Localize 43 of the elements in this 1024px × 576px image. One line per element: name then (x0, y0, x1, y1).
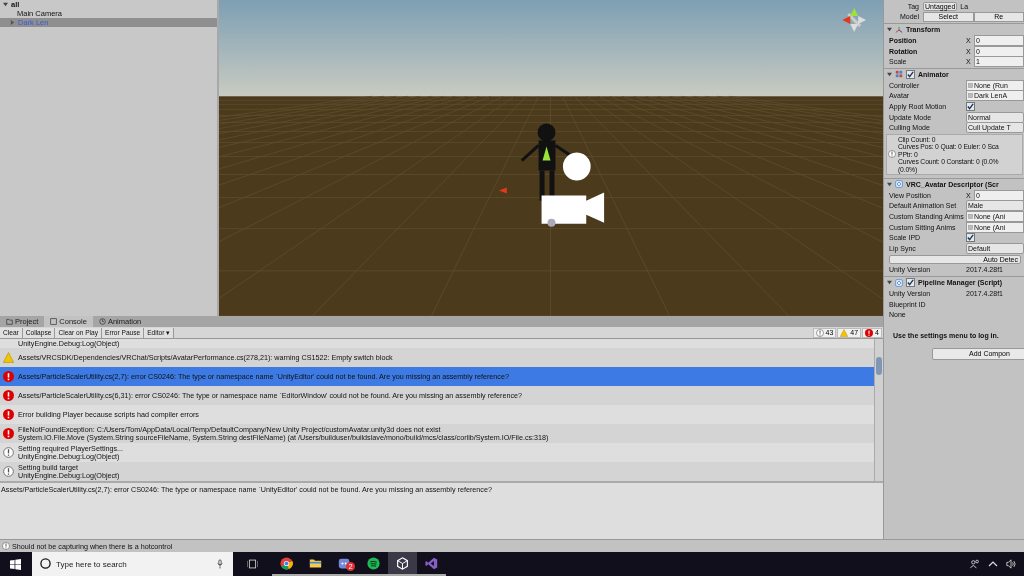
collapse-arrow-icon[interactable] (887, 27, 892, 33)
grid-icon (895, 70, 903, 79)
chat-app-icon (338, 556, 351, 570)
error-icon (3, 390, 14, 401)
checkbox[interactable] (906, 69, 915, 79)
folder-icon (6, 318, 13, 325)
music-app-icon (367, 556, 380, 570)
search-field[interactable]: Type here to search (32, 552, 233, 576)
folder-icon (309, 556, 322, 570)
info-icon (815, 328, 824, 337)
info-icon (2, 542, 10, 550)
task-view-icon[interactable] (247, 559, 258, 569)
chevron-up-icon[interactable] (988, 561, 998, 567)
people-icon[interactable] (970, 559, 980, 569)
warning-icon (3, 352, 14, 363)
info-icon (3, 447, 14, 458)
console-icon (50, 318, 58, 325)
axes-icon (895, 25, 903, 34)
windows-logo-icon[interactable] (10, 558, 21, 570)
error-icon (865, 328, 874, 337)
search-icon (40, 558, 51, 569)
collapse-arrow-icon[interactable] (887, 181, 892, 187)
microphone-icon[interactable] (217, 559, 223, 569)
collapse-arrow-icon[interactable] (3, 2, 8, 7)
collapse-arrow-icon[interactable] (887, 71, 892, 77)
browser-logo-icon (280, 556, 293, 570)
script-icon (895, 180, 903, 189)
info-icon (888, 150, 896, 159)
checkbox[interactable] (966, 233, 975, 243)
collapse-arrow-icon[interactable] (887, 280, 892, 286)
info-icon (3, 466, 14, 477)
code-editor-icon (425, 556, 438, 570)
clock-icon (98, 318, 106, 325)
error-icon (3, 409, 14, 420)
scrollbar[interactable] (874, 339, 883, 481)
checkbox[interactable] (966, 101, 975, 111)
speaker-icon[interactable] (1006, 559, 1016, 569)
error-icon (3, 428, 14, 439)
cube-logo-icon (396, 556, 409, 570)
script-icon (895, 278, 903, 287)
checkbox[interactable] (906, 278, 915, 288)
taskbar-button[interactable] (388, 552, 417, 576)
error-icon (3, 371, 14, 382)
